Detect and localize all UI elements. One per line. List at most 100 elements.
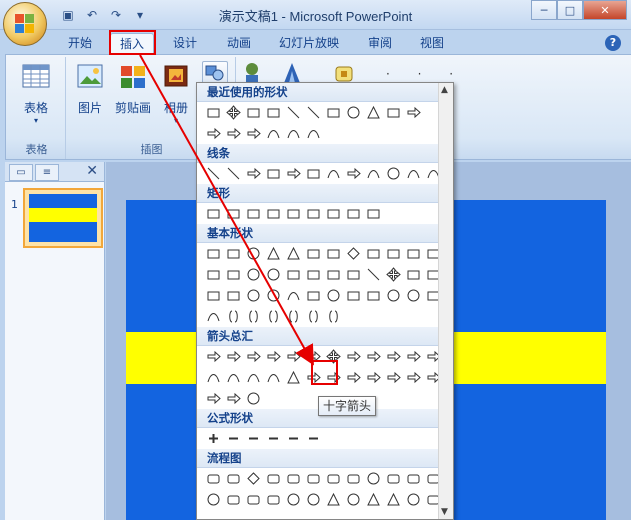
- shape-bevel-icon[interactable]: [223, 286, 243, 306]
- shape-curve-double-icon[interactable]: [363, 164, 383, 184]
- shape-data-icon[interactable]: [263, 469, 283, 489]
- shape-triangle-icon[interactable]: [363, 103, 383, 123]
- shape-oval-icon[interactable]: [243, 244, 263, 264]
- shape-three-arrow-icon[interactable]: [343, 347, 363, 367]
- shape-punched-icon[interactable]: [263, 490, 283, 510]
- shape-u-turn-icon[interactable]: [383, 347, 403, 367]
- shape-curve-icon[interactable]: [323, 164, 343, 184]
- tab-review[interactable]: 审阅: [362, 33, 398, 54]
- outline-tab-icon[interactable]: ≡: [35, 164, 59, 181]
- shape-collate-icon[interactable]: [323, 490, 343, 510]
- tab-slideshow[interactable]: 幻灯片放映: [274, 33, 344, 54]
- shape-sort-icon[interactable]: [343, 490, 363, 510]
- shape-merge-icon[interactable]: [383, 490, 403, 510]
- shape-round1-icon[interactable]: [303, 204, 323, 224]
- shape-right-bracket-icon[interactable]: [283, 307, 303, 327]
- shape-equal-icon[interactable]: [283, 429, 303, 449]
- shape-not-equal-icon[interactable]: [303, 429, 323, 449]
- shape-elbow-arrow-icon[interactable]: [283, 164, 303, 184]
- clipart-button[interactable]: 剪贴画: [112, 63, 154, 116]
- shape-arrow-right-icon[interactable]: [203, 124, 223, 144]
- shape-terminator-icon[interactable]: [363, 469, 383, 489]
- shape-callout-quad-icon[interactable]: [223, 389, 243, 409]
- shape-minus-icon[interactable]: [223, 429, 243, 449]
- shape-right-brace-icon[interactable]: [323, 307, 343, 327]
- shape-diamond-icon[interactable]: [343, 244, 363, 264]
- shape-extract-icon[interactable]: [363, 490, 383, 510]
- scroll-up-icon[interactable]: ▲: [441, 85, 448, 95]
- shape-card-icon[interactable]: [243, 490, 263, 510]
- shape-lightning-icon[interactable]: [363, 286, 383, 306]
- shape-plaque-icon[interactable]: [403, 265, 423, 285]
- shape-striped-icon[interactable]: [283, 368, 303, 388]
- shape-circular-icon[interactable]: [243, 389, 263, 409]
- tab-animation[interactable]: 动画: [220, 33, 258, 54]
- tab-view[interactable]: 视图: [414, 33, 450, 54]
- shape-freeform-icon[interactable]: [383, 164, 403, 184]
- shape-callout-lr-icon[interactable]: [203, 389, 223, 409]
- symbols-icon[interactable]: · · ·: [386, 67, 465, 81]
- maximize-button[interactable]: □: [557, 0, 583, 20]
- shape-half-frame-icon[interactable]: [323, 265, 343, 285]
- shape-frame-icon[interactable]: [363, 204, 383, 224]
- shape-cube-icon[interactable]: [203, 286, 223, 306]
- shape-parallelogram-icon[interactable]: [303, 244, 323, 264]
- shape-pie-icon[interactable]: [243, 265, 263, 285]
- shape-predefined-icon[interactable]: [283, 469, 303, 489]
- album-button[interactable]: 相册 ▾: [158, 63, 194, 125]
- shape-offpage-icon[interactable]: [223, 490, 243, 510]
- shape-textbox-h-icon[interactable]: [263, 103, 283, 123]
- shape-arc-icon[interactable]: [203, 307, 223, 327]
- shape-chevron-icon[interactable]: [343, 368, 363, 388]
- shape-internal-icon[interactable]: [303, 469, 323, 489]
- tab-design[interactable]: 设计: [166, 33, 204, 54]
- shape-curve-arrow-icon[interactable]: [343, 164, 363, 184]
- shape-elbow-arrow-icon[interactable]: [403, 103, 423, 123]
- shape-snip-round-icon[interactable]: [283, 204, 303, 224]
- shape-rect-icon[interactable]: [323, 103, 343, 123]
- office-button[interactable]: [3, 2, 47, 46]
- shape-multiply-icon[interactable]: [243, 429, 263, 449]
- shape-decision-icon[interactable]: [243, 469, 263, 489]
- shape-curly-icon[interactable]: [263, 124, 283, 144]
- shape-dodecagon-icon[interactable]: [223, 265, 243, 285]
- shape-textbox-v-icon[interactable]: [243, 103, 263, 123]
- slides-tab-icon[interactable]: ▭: [9, 164, 33, 181]
- shape-line-icon[interactable]: [203, 164, 223, 184]
- shape-plus-icon[interactable]: [203, 429, 223, 449]
- shape-callout-up-icon[interactable]: [403, 368, 423, 388]
- shape-smiley-icon[interactable]: [323, 286, 343, 306]
- shape-elbow-icon[interactable]: [263, 164, 283, 184]
- shape-arrow-down-icon[interactable]: [223, 124, 243, 144]
- shape-pentagon-icon[interactable]: [363, 244, 383, 264]
- shape-bracket-pair-icon[interactable]: [223, 307, 243, 327]
- shape-block-arc-icon[interactable]: [283, 286, 303, 306]
- shape-donut-icon[interactable]: [243, 286, 263, 306]
- shape-curved-right-icon[interactable]: [203, 368, 223, 388]
- shape-document-icon[interactable]: [323, 469, 343, 489]
- shape-summing-icon[interactable]: [283, 490, 303, 510]
- shape-arrow-down-icon[interactable]: [263, 347, 283, 367]
- shape-arrow-lr-icon[interactable]: [283, 347, 303, 367]
- shape-round2-icon[interactable]: [323, 204, 343, 224]
- shape-heptagon-icon[interactable]: [403, 244, 423, 264]
- shape-text-box-icon[interactable]: [203, 103, 223, 123]
- shape-diagonal-icon[interactable]: [363, 265, 383, 285]
- slide-thumbnail[interactable]: [23, 188, 103, 248]
- scroll-down-icon[interactable]: ▼: [441, 507, 448, 517]
- shape-chord-icon[interactable]: [263, 265, 283, 285]
- shape-no-symbol-icon[interactable]: [263, 286, 283, 306]
- shape-wave-icon[interactable]: [303, 124, 323, 144]
- shape-left-brace-icon[interactable]: [303, 307, 323, 327]
- shape-curved-up-icon[interactable]: [243, 368, 263, 388]
- close-button[interactable]: ✕: [583, 0, 627, 20]
- shape-callout-right-icon[interactable]: [363, 368, 383, 388]
- shape-connector-icon[interactable]: [203, 490, 223, 510]
- close-icon[interactable]: ✕: [86, 163, 98, 179]
- shape-left-up-icon[interactable]: [403, 347, 423, 367]
- shape-curved-left-icon[interactable]: [223, 368, 243, 388]
- shape-alt-process-icon[interactable]: [223, 469, 243, 489]
- shape-elbow-double-icon[interactable]: [303, 164, 323, 184]
- shape-arrow-up-icon[interactable]: [243, 347, 263, 367]
- shape-scribble-icon[interactable]: [403, 164, 423, 184]
